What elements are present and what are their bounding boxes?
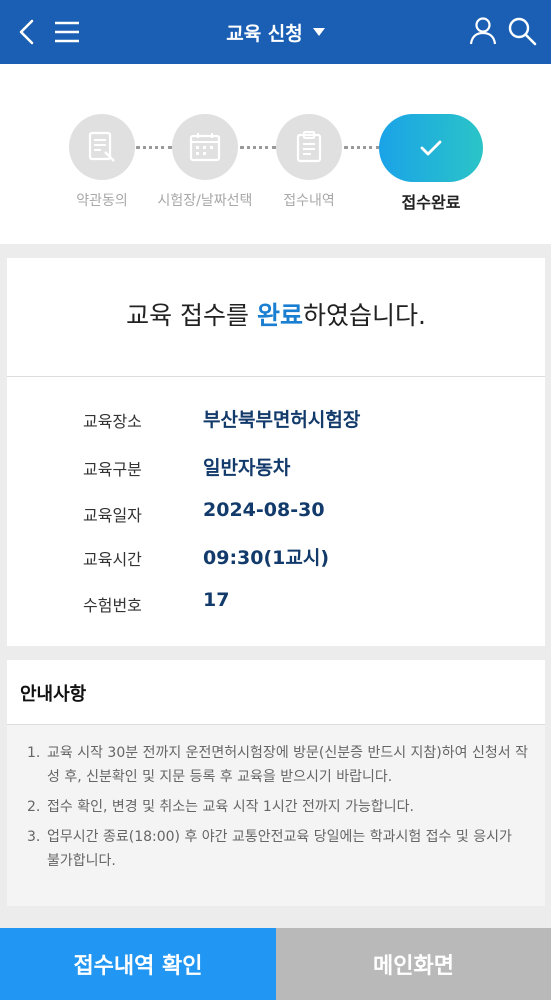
main-screen-button[interactable]: 메인화면 bbox=[276, 928, 551, 1000]
step-connector bbox=[240, 146, 276, 150]
notice-item: 2. 접수 확인, 변경 및 취소는 교육 시작 1시간 전까지 가능합니다. bbox=[27, 795, 529, 819]
step-connector bbox=[344, 146, 380, 150]
info-row-date: 교육일자 2024-08-30 bbox=[7, 498, 545, 530]
info-key: 교육시간 bbox=[83, 550, 142, 569]
info-key: 교육구분 bbox=[83, 460, 142, 479]
progress-steps: 약관동의 시험장/날짜선택 접수내역 접수완료 bbox=[0, 64, 551, 244]
notice-item-text: 교육 시작 30분 전까지 운전면허시험장에 방문(신분증 반드시 지참)하여 … bbox=[47, 745, 528, 785]
step-connector bbox=[136, 146, 172, 150]
check-icon bbox=[420, 140, 442, 156]
step-label-complete: 접수완료 bbox=[401, 193, 461, 212]
calendar-icon bbox=[189, 133, 221, 162]
result-title: 교육 접수를 완료하였습니다. bbox=[7, 296, 545, 332]
result-title-highlight: 완료 bbox=[256, 301, 303, 330]
notice-title: 안내사항 bbox=[20, 684, 87, 705]
page-title-text: 교육 신청 bbox=[226, 22, 303, 45]
step-date bbox=[172, 114, 238, 180]
info-value: 2024-08-30 bbox=[203, 499, 325, 521]
notice-section: 안내사항 1. 교육 시작 30분 전까지 운전면허시험장에 방문(신분증 반드… bbox=[7, 660, 545, 906]
result-title-prefix: 교육 접수를 bbox=[126, 301, 257, 330]
info-row-location: 교육장소 부산북부면허시험장 bbox=[7, 404, 545, 436]
notice-item-number: 2. bbox=[27, 799, 41, 815]
step-label-history: 접수내역 bbox=[283, 193, 335, 209]
view-history-button[interactable]: 접수내역 확인 bbox=[0, 928, 276, 1000]
notice-item-text: 업무시간 종료(18:00) 후 야간 교통안전교육 당일에는 학과시험 접수 … bbox=[47, 829, 512, 869]
notice-body: 1. 교육 시작 30분 전까지 운전면허시험장에 방문(신분증 반드시 지참)… bbox=[7, 725, 545, 906]
divider bbox=[7, 376, 545, 377]
info-value: 17 bbox=[203, 589, 230, 611]
info-key: 교육일자 bbox=[83, 506, 142, 525]
search-icon[interactable] bbox=[506, 15, 538, 47]
info-row-exam-number: 수험번호 17 bbox=[7, 588, 545, 620]
user-icon[interactable] bbox=[467, 15, 499, 47]
step-label-date: 시험장/날짜선택 bbox=[157, 193, 253, 209]
result-card: 교육 접수를 완료하였습니다. 교육장소 부산북부면허시험장 교육구분 일반자동… bbox=[7, 258, 545, 646]
notice-item: 3. 업무시간 종료(18:00) 후 야간 교통안전교육 당일에는 학과시험 … bbox=[27, 825, 529, 873]
info-row-time: 교육시간 09:30(1교시) bbox=[7, 542, 545, 574]
info-value: 부산북부면허시험장 bbox=[203, 409, 361, 431]
info-value: 일반자동차 bbox=[203, 457, 291, 479]
info-key: 교육장소 bbox=[83, 412, 142, 431]
chevron-down-icon bbox=[312, 28, 325, 36]
document-icon bbox=[88, 131, 115, 162]
step-complete bbox=[379, 114, 483, 182]
notice-item-number: 1. bbox=[27, 745, 41, 761]
step-history bbox=[276, 114, 342, 180]
step-terms bbox=[69, 114, 135, 180]
result-title-suffix: 하였습니다. bbox=[302, 301, 426, 330]
notice-item-text: 접수 확인, 변경 및 취소는 교육 시작 1시간 전까지 가능합니다. bbox=[47, 799, 414, 815]
clipboard-icon bbox=[296, 131, 322, 163]
info-key: 수험번호 bbox=[83, 596, 142, 615]
step-label-terms: 약관동의 bbox=[76, 193, 128, 209]
info-row-category: 교육구분 일반자동차 bbox=[7, 452, 545, 484]
app-header: 교육 신청 bbox=[0, 0, 551, 64]
info-value: 09:30(1교시) bbox=[203, 547, 330, 569]
notice-item: 1. 교육 시작 30분 전까지 운전면허시험장에 방문(신분증 반드시 지참)… bbox=[27, 741, 529, 789]
notice-item-number: 3. bbox=[27, 829, 41, 845]
